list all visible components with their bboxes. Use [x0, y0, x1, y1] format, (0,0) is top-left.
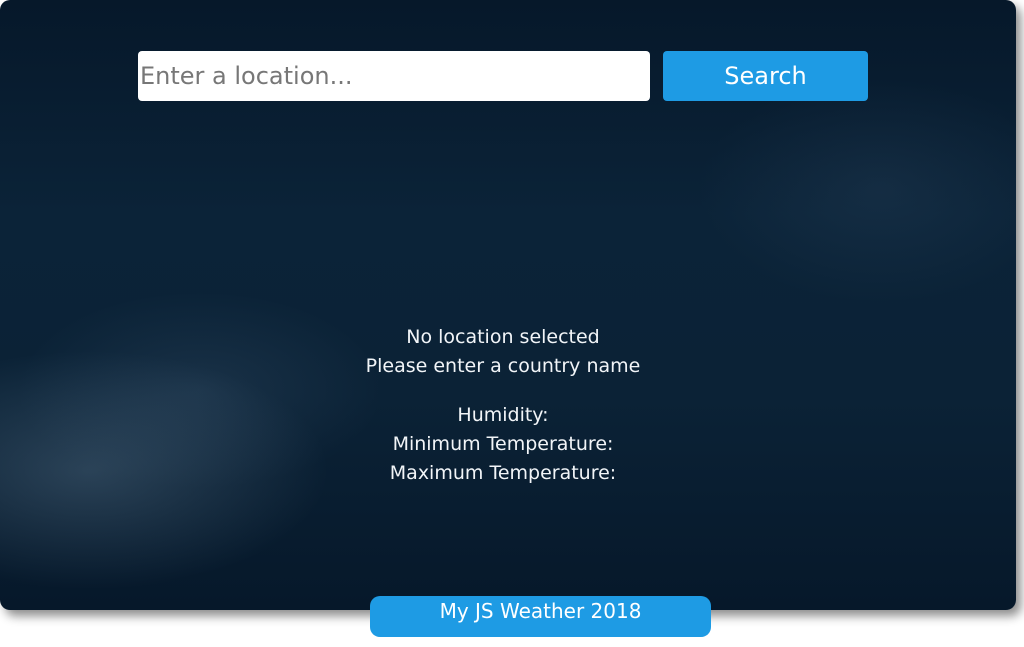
app-stage: Search No location selected Please enter…	[0, 0, 1024, 647]
location-status-text: No location selected	[406, 326, 600, 348]
location-search-input[interactable]	[138, 51, 650, 101]
weather-panel: Search No location selected Please enter…	[0, 0, 1016, 610]
search-bar: Search	[138, 51, 868, 101]
min-temperature-label: Minimum Temperature:	[392, 433, 614, 455]
search-button[interactable]: Search	[663, 51, 868, 101]
humidity-label: Humidity:	[457, 404, 549, 426]
footer-badge: My JS Weather 2018	[370, 596, 711, 637]
location-status-block: No location selected Please enter a coun…	[0, 323, 1006, 381]
weather-stats-block: Humidity: Minimum Temperature: Maximum T…	[0, 401, 1006, 488]
location-hint-text: Please enter a country name	[365, 355, 641, 377]
max-temperature-label: Maximum Temperature:	[389, 462, 617, 484]
